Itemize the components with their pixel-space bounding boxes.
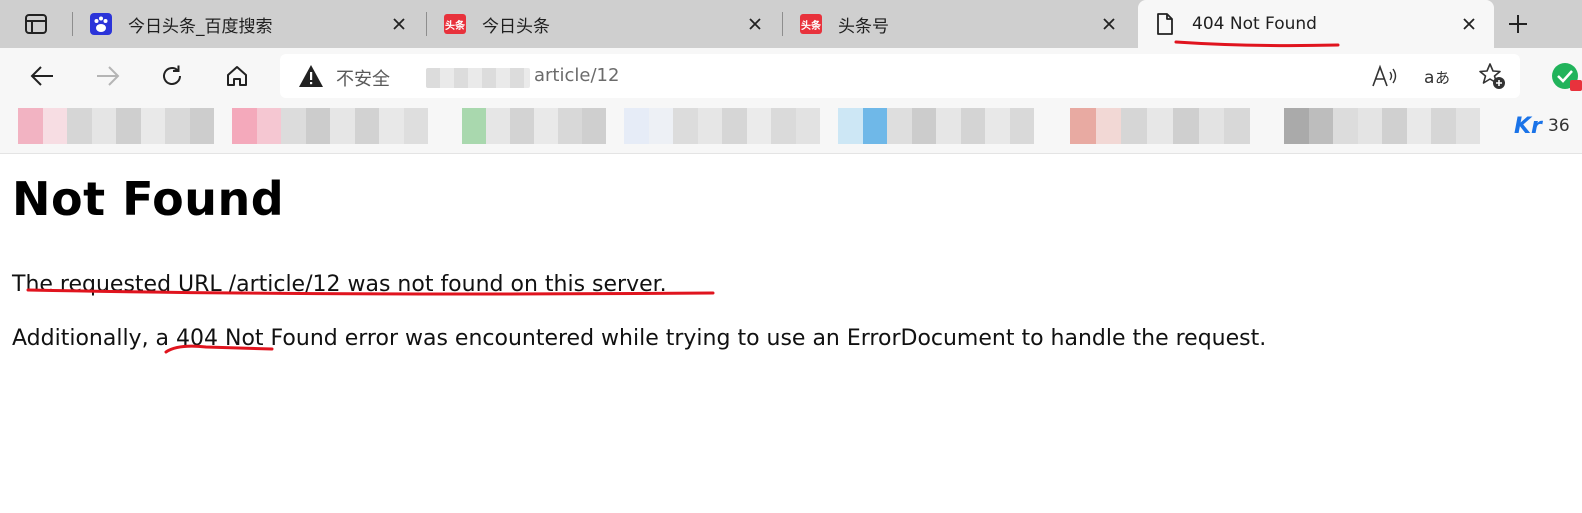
tab-404-not-found[interactable]: 404 Not Found [1138,0,1494,48]
refresh-icon [163,65,181,85]
close-icon [1463,18,1475,30]
favorite-item[interactable] [1284,108,1480,144]
close-icon [393,18,405,30]
translate-button[interactable]: a あ [1423,62,1453,90]
toutiao-favicon-icon: 头条 [444,13,466,35]
tab-actions-icon [25,14,47,34]
baidu-favicon-icon [90,13,112,35]
page-icon [1154,13,1176,35]
extension-button[interactable] [1548,62,1582,92]
navigation-toolbar: 不安全 article/12 a あ [0,48,1582,104]
new-tab-button[interactable] [1500,8,1536,40]
favorites-overflow-label[interactable]: 36 [1548,116,1570,136]
tab-title: 今日头条 [482,16,550,37]
favorite-item[interactable] [1070,108,1251,144]
error-document-message: Additionally, a 404 Not Found error was … [12,326,1267,351]
tab-close-button[interactable] [1456,11,1482,37]
add-favorite-button[interactable] [1477,62,1507,90]
tab-title: 今日头条_百度搜索 [128,16,273,37]
tab-strip: 今日头条_百度搜索 头条 今日头条 头条 头条号 404 Not Found [0,0,1582,48]
security-label[interactable]: 不安全 [336,65,390,91]
tab-toutiao[interactable]: 头条 今日头条 [428,0,780,48]
tab-close-button[interactable] [742,11,768,37]
favorite-item[interactable] [624,108,820,144]
kr-favicon-icon[interactable]: Kr [1514,114,1542,139]
close-icon [749,18,761,30]
error-message: The requested URL /article/12 was not fo… [12,272,667,297]
plus-icon [1509,15,1527,33]
tab-separator [72,12,73,36]
tab-close-button[interactable] [386,11,412,37]
translate-icon: a あ [1424,68,1450,88]
toutiao-favicon-icon: 头条 [800,13,822,35]
tab-baidu-search[interactable]: 今日头条_百度搜索 [74,0,424,48]
close-icon [1103,18,1115,30]
star-add-icon [1479,63,1505,89]
tab-close-button[interactable] [1096,11,1122,37]
favorite-item[interactable] [838,108,1034,144]
back-button[interactable] [22,56,62,96]
page-content: Not Found The requested URL /article/12 … [12,154,1572,354]
page-heading: Not Found [12,172,285,226]
redacted-url-host [426,68,530,88]
read-aloud-button[interactable] [1370,62,1400,90]
favorite-item[interactable] [18,108,214,144]
tab-toutiao-hao[interactable]: 头条 头条号 [784,0,1134,48]
url-text[interactable]: article/12 [534,65,619,86]
address-bar[interactable]: 不安全 article/12 a あ [280,54,1520,98]
arrow-left-icon [30,66,53,86]
favorites-bar: Kr 36 [0,104,1582,154]
tab-separator [782,12,783,36]
read-aloud-icon [1372,64,1397,87]
svg-text:a: a [1424,68,1434,88]
favorite-item[interactable] [232,108,428,144]
tab-title: 头条号 [838,16,889,37]
refresh-button[interactable] [152,56,192,96]
svg-text:あ: あ [1435,69,1450,87]
tab-actions-button[interactable] [14,10,58,38]
arrow-right-icon [97,66,120,86]
forward-button[interactable] [88,56,128,96]
extension-check-icon [1552,63,1582,91]
warning-icon[interactable] [298,64,324,88]
tab-title: 404 Not Found [1192,14,1317,34]
home-icon [227,66,247,86]
favorite-item[interactable] [462,108,606,144]
home-button[interactable] [217,56,257,96]
tab-separator [426,12,427,36]
